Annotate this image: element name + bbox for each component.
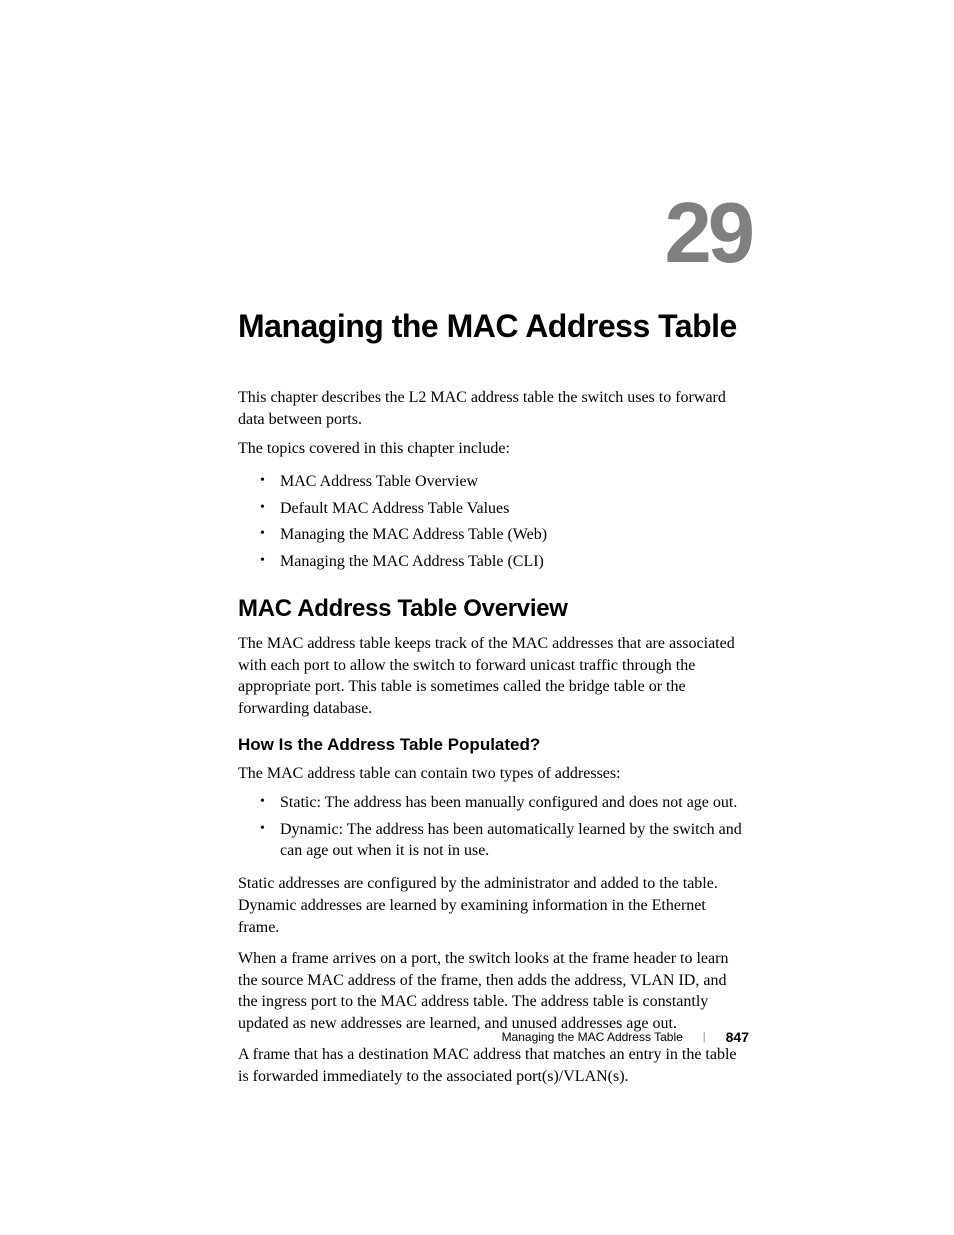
section-heading: MAC Address Table Overview — [238, 595, 749, 623]
footer-title: Managing the MAC Address Table — [502, 1030, 683, 1044]
sub-paragraph: Static addresses are configured by the a… — [238, 873, 749, 938]
list-item: Dynamic: The address has been automatica… — [238, 820, 749, 862]
list-item: MAC Address Table Overview — [238, 472, 749, 493]
footer-separator: | — [703, 1031, 706, 1043]
list-item: Static: The address has been manually co… — [238, 793, 749, 814]
section-paragraph: The MAC address table keeps track of the… — [238, 633, 749, 719]
list-item: Managing the MAC Address Table (Web) — [238, 525, 749, 546]
address-type-list: Static: The address has been manually co… — [238, 793, 749, 861]
intro-paragraph-2: The topics covered in this chapter inclu… — [238, 438, 749, 460]
list-item: Default MAC Address Table Values — [238, 499, 749, 520]
chapter-title: Managing the MAC Address Table — [238, 308, 749, 345]
intro-paragraph-1: This chapter describes the L2 MAC addres… — [238, 387, 749, 430]
sub-paragraph: The MAC address table can contain two ty… — [238, 763, 749, 785]
topic-list: MAC Address Table Overview Default MAC A… — [238, 472, 749, 573]
sub-heading: How Is the Address Table Populated? — [238, 735, 749, 755]
list-item: Managing the MAC Address Table (CLI) — [238, 552, 749, 573]
sub-paragraph: A frame that has a destination MAC addre… — [238, 1044, 749, 1087]
page-footer: Managing the MAC Address Table | 847 — [502, 1029, 749, 1045]
sub-paragraph: When a frame arrives on a port, the swit… — [238, 948, 749, 1034]
page-number: 847 — [726, 1029, 749, 1045]
chapter-number: 29 — [238, 185, 751, 283]
